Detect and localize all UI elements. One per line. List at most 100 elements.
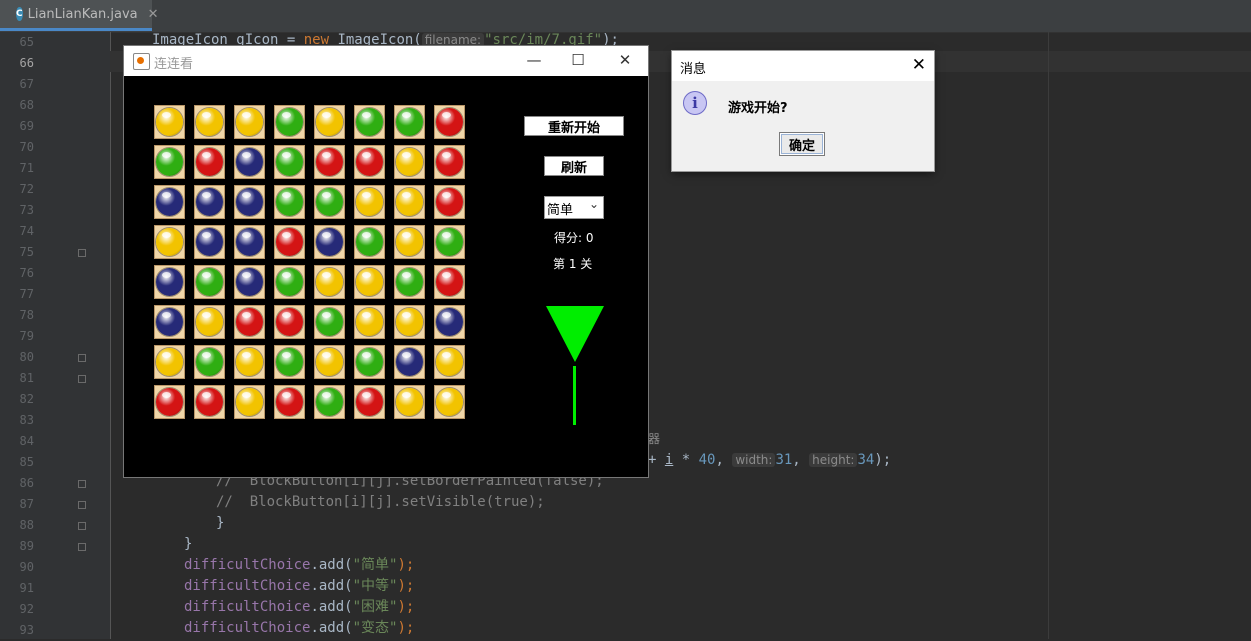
game-tile[interactable] xyxy=(194,265,225,299)
code-line-89[interactable]: } xyxy=(184,534,192,555)
game-tile[interactable] xyxy=(434,105,465,139)
game-tile[interactable] xyxy=(434,305,465,339)
game-tile[interactable] xyxy=(154,265,185,299)
game-tile[interactable] xyxy=(154,385,185,419)
game-tile[interactable] xyxy=(434,345,465,379)
editor-tab-lianliankan[interactable]: C LianLianKan.java ✕ xyxy=(0,0,159,31)
game-tile[interactable] xyxy=(154,105,185,139)
close-icon[interactable]: ✕ xyxy=(912,55,926,75)
game-tile[interactable] xyxy=(314,385,345,419)
code-line-92[interactable]: difficultChoice.add("困难"); xyxy=(184,597,414,618)
game-tile[interactable] xyxy=(154,305,185,339)
game-tile[interactable] xyxy=(274,145,305,179)
code-line-85[interactable]: + i * 40, width: 31, height: 34); xyxy=(648,450,891,471)
fold-marker-icon[interactable] xyxy=(78,249,86,257)
game-tile[interactable] xyxy=(354,105,385,139)
game-tile[interactable] xyxy=(434,225,465,259)
game-tile[interactable] xyxy=(274,345,305,379)
game-tile[interactable] xyxy=(314,185,345,219)
game-tile[interactable] xyxy=(394,225,425,259)
game-tile[interactable] xyxy=(354,225,385,259)
minimize-icon[interactable]: — xyxy=(523,50,545,70)
game-tile[interactable] xyxy=(274,305,305,339)
game-tile[interactable] xyxy=(314,305,345,339)
fold-marker-icon[interactable] xyxy=(78,501,86,509)
dialog-titlebar[interactable]: 消息 ✕ xyxy=(672,51,934,81)
game-tile[interactable] xyxy=(234,345,265,379)
game-tile[interactable] xyxy=(234,105,265,139)
game-tile[interactable] xyxy=(394,305,425,339)
ok-button[interactable]: 确定 xyxy=(779,132,825,156)
game-tile[interactable] xyxy=(194,345,225,379)
close-tab-icon[interactable]: ✕ xyxy=(148,7,159,22)
game-tile[interactable] xyxy=(354,145,385,179)
restart-button[interactable]: 重新开始 xyxy=(524,116,624,136)
game-tile[interactable] xyxy=(354,385,385,419)
game-tile[interactable] xyxy=(434,385,465,419)
game-tile[interactable] xyxy=(234,265,265,299)
game-tile[interactable] xyxy=(434,185,465,219)
game-tile[interactable] xyxy=(194,385,225,419)
game-tile[interactable] xyxy=(354,345,385,379)
game-tile[interactable] xyxy=(234,305,265,339)
fold-marker-icon[interactable] xyxy=(78,522,86,530)
code-line-88[interactable]: } xyxy=(216,513,224,534)
game-tile[interactable] xyxy=(274,185,305,219)
game-tile[interactable] xyxy=(274,105,305,139)
code-text: .add( xyxy=(310,599,353,615)
game-tile[interactable] xyxy=(394,385,425,419)
game-tile[interactable] xyxy=(394,185,425,219)
code-line-90[interactable]: difficultChoice.add("简单"); xyxy=(184,555,414,576)
game-tile[interactable] xyxy=(434,265,465,299)
difficulty-select[interactable]: 简单 ⌄ xyxy=(544,196,604,219)
game-tile[interactable] xyxy=(394,265,425,299)
game-tile[interactable] xyxy=(354,185,385,219)
game-tile[interactable] xyxy=(394,145,425,179)
navy-ball-icon xyxy=(316,228,343,256)
game-tile[interactable] xyxy=(314,345,345,379)
game-window-titlebar[interactable]: 连连看 — ☐ ✕ xyxy=(124,46,648,76)
maximize-icon[interactable]: ☐ xyxy=(567,50,589,70)
game-tile[interactable] xyxy=(154,225,185,259)
game-tile[interactable] xyxy=(234,225,265,259)
game-tile[interactable] xyxy=(354,305,385,339)
game-tile[interactable] xyxy=(154,145,185,179)
game-tile[interactable] xyxy=(194,305,225,339)
yellow-ball-icon xyxy=(156,108,183,136)
game-tile[interactable] xyxy=(314,105,345,139)
editor-tab-label: LianLianKan.java xyxy=(27,6,138,22)
game-tile[interactable] xyxy=(274,225,305,259)
game-tile[interactable] xyxy=(394,105,425,139)
game-tile[interactable] xyxy=(154,185,185,219)
code-line-91[interactable]: difficultChoice.add("中等"); xyxy=(184,576,414,597)
game-tile[interactable] xyxy=(154,345,185,379)
game-tile[interactable] xyxy=(234,385,265,419)
game-tile[interactable] xyxy=(394,345,425,379)
game-tile[interactable] xyxy=(234,145,265,179)
game-tile[interactable] xyxy=(354,265,385,299)
green-ball-icon xyxy=(156,148,183,176)
game-tile[interactable] xyxy=(234,185,265,219)
code-line-87[interactable]: // BlockButton[i][j].setVisible(true); xyxy=(216,492,545,513)
game-tile[interactable] xyxy=(434,145,465,179)
game-tile[interactable] xyxy=(274,265,305,299)
game-tile[interactable] xyxy=(194,225,225,259)
green-ball-icon xyxy=(316,188,343,216)
green-ball-icon xyxy=(396,108,423,136)
fold-marker-icon[interactable] xyxy=(78,480,86,488)
game-tile[interactable] xyxy=(194,145,225,179)
line-number: 88 xyxy=(19,518,34,532)
game-tile[interactable] xyxy=(194,105,225,139)
game-tile[interactable] xyxy=(194,185,225,219)
game-tile[interactable] xyxy=(314,225,345,259)
game-tile[interactable] xyxy=(314,145,345,179)
game-tile[interactable] xyxy=(274,385,305,419)
close-icon[interactable]: ✕ xyxy=(614,50,636,70)
yellow-ball-icon xyxy=(396,188,423,216)
fold-marker-icon[interactable] xyxy=(78,375,86,383)
code-line-93[interactable]: difficultChoice.add("变态"); xyxy=(184,618,414,639)
game-tile[interactable] xyxy=(314,265,345,299)
refresh-button[interactable]: 刷新 xyxy=(544,156,604,176)
fold-marker-icon[interactable] xyxy=(78,354,86,362)
fold-marker-icon[interactable] xyxy=(78,543,86,551)
